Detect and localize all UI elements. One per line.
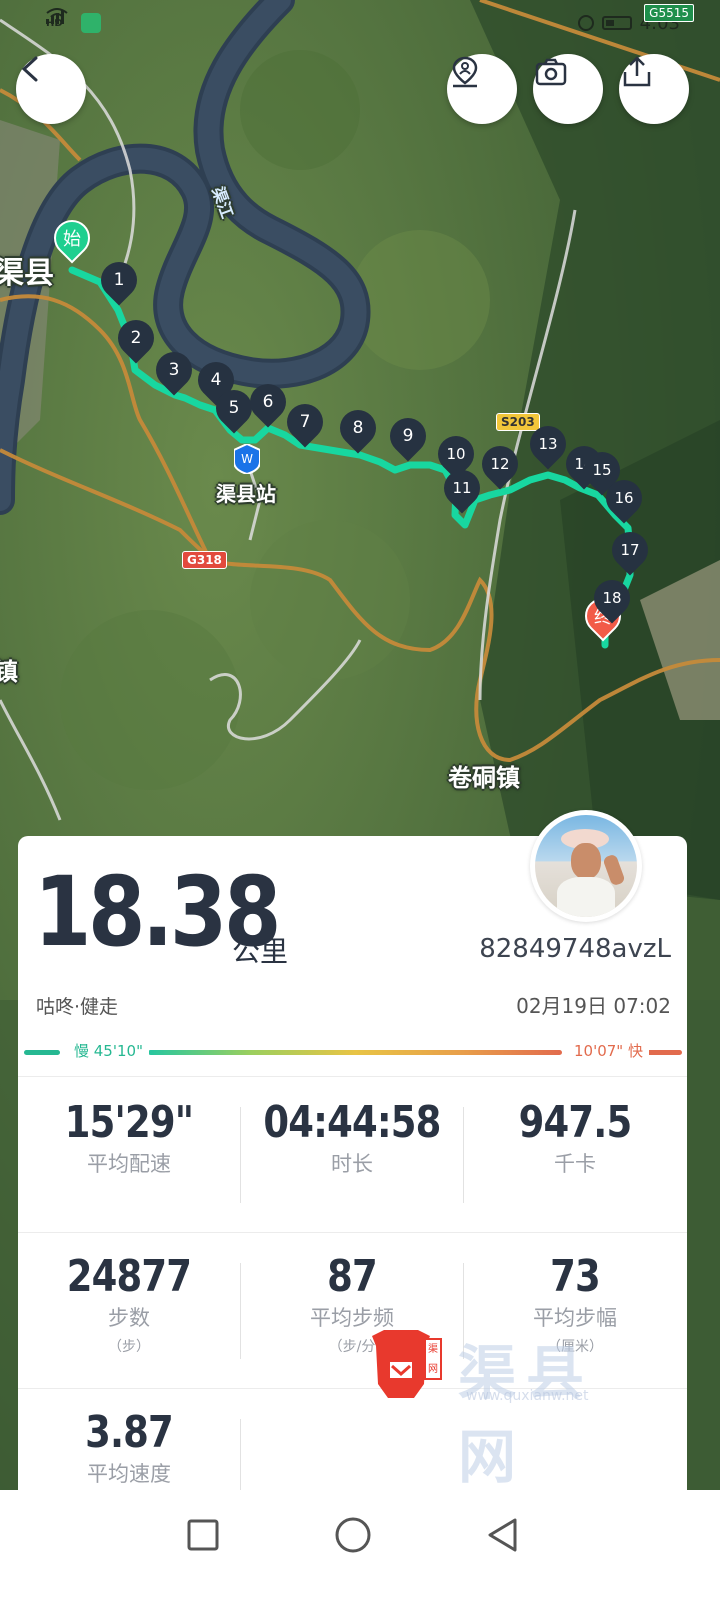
distance-unit: 公里 <box>232 935 289 968</box>
svg-text:W: W <box>241 452 253 466</box>
camera-icon <box>535 58 567 86</box>
stat-value: 947.5 <box>518 1097 633 1148</box>
location-button[interactable] <box>447 54 517 124</box>
watermark-seal: 渠网 <box>424 1338 442 1380</box>
stats-row-1: 15'29" 平均配速 04:44:58 时长 947.5 千卡 <box>18 1076 687 1232</box>
station-icon: W <box>234 444 260 474</box>
checkpoint-12[interactable]: 12 <box>474 438 526 490</box>
stat-avg-speed: 3.87 平均速度 <box>18 1407 240 1488</box>
status-bar-left: HD <box>46 8 101 38</box>
stat-value: 3.87 <box>85 1407 174 1458</box>
checkpoint-2[interactable]: 2 <box>110 312 162 364</box>
map-label-town-edge: 镇 <box>0 658 18 686</box>
watermark-text: 渠县网 <box>458 1339 595 1491</box>
share-icon <box>623 56 651 87</box>
share-button[interactable] <box>619 54 689 124</box>
pace-slow-label: 慢 45'10" <box>68 1040 149 1061</box>
stat-duration: 04:44:58 时长 <box>241 1097 463 1178</box>
system-navigation-bar <box>0 1490 720 1600</box>
stat-avg-pace: 15'29" 平均配速 <box>18 1097 240 1178</box>
map-label-station: 渠县站 <box>216 482 276 506</box>
stat-value: 73 <box>550 1251 601 1302</box>
map-label-quxian: 渠县 <box>0 256 54 291</box>
checkpoint-7[interactable]: 7 <box>279 396 331 448</box>
checkpoint-5[interactable]: 5 <box>208 382 260 434</box>
stat-sub: （步） <box>108 1339 150 1355</box>
checkpoint-6[interactable]: 6 <box>242 376 294 428</box>
checkpoint-1[interactable]: 1 <box>93 254 145 306</box>
road-badge-g318: G318 <box>182 551 227 569</box>
checkpoint-9[interactable]: 9 <box>382 410 434 462</box>
checkpoint-11[interactable]: 11 <box>436 462 488 514</box>
username: 82849748avzL <box>479 934 671 964</box>
avatar[interactable] <box>530 810 642 922</box>
chevron-left-icon <box>21 56 38 82</box>
pace-fast-label: 10'07" 快 <box>568 1040 649 1061</box>
checkpoint-18[interactable]: 18 <box>586 572 638 624</box>
sport-type: 咕咚·健走 <box>36 996 119 1018</box>
checkpoint-8[interactable]: 8 <box>332 402 384 454</box>
battery-icon <box>601 16 632 30</box>
checkpoint-17[interactable]: 17 <box>604 524 656 576</box>
stat-value: 04:44:58 <box>263 1097 441 1148</box>
stat-label: 时长 <box>331 1152 373 1176</box>
stat-steps: 24877 步数 （步） <box>18 1251 240 1356</box>
recent-apps-icon <box>187 1519 219 1551</box>
nav-back-button[interactable] <box>478 1510 528 1560</box>
alarm-icon <box>577 15 594 31</box>
back-button[interactable] <box>16 54 86 124</box>
site-watermark: 渠网 渠县网 www.quxianw.net <box>366 1326 656 1491</box>
checkpoint-3[interactable]: 3 <box>148 344 200 396</box>
highway-badge-g5515: G5515 <box>644 4 694 22</box>
stat-label: 平均配速 <box>87 1152 171 1176</box>
app-notification-icon <box>80 13 101 33</box>
location-person-icon <box>452 56 478 88</box>
pace-gradient-bar: 慢 45'10" 10'07" 快 <box>24 1040 682 1061</box>
stat-label: 千卡 <box>554 1152 596 1176</box>
workout-datetime: 02月19日 07:02 <box>516 994 671 1018</box>
map-label-juantong: 卷硐镇 <box>448 764 520 792</box>
home-icon <box>335 1517 371 1553</box>
checkpoint-13[interactable]: 13 <box>522 418 574 470</box>
checkpoint-16[interactable]: 16 <box>598 472 650 524</box>
recent-apps-button[interactable] <box>178 1510 228 1560</box>
stat-label: 步数 <box>108 1306 150 1330</box>
stat-value: 24877 <box>66 1251 192 1302</box>
stat-value: 15'29" <box>64 1097 194 1148</box>
stat-label: 平均速度 <box>87 1462 171 1486</box>
watermark-url: www.quxianw.net <box>466 1388 589 1404</box>
camera-button[interactable] <box>533 54 603 124</box>
back-triangle-icon <box>488 1518 517 1552</box>
stat-value: 87 <box>327 1251 378 1302</box>
avatar-photo <box>535 815 637 917</box>
home-button[interactable] <box>328 1510 378 1560</box>
stat-calories: 947.5 千卡 <box>464 1097 686 1178</box>
start-marker[interactable]: 始 <box>46 212 98 264</box>
